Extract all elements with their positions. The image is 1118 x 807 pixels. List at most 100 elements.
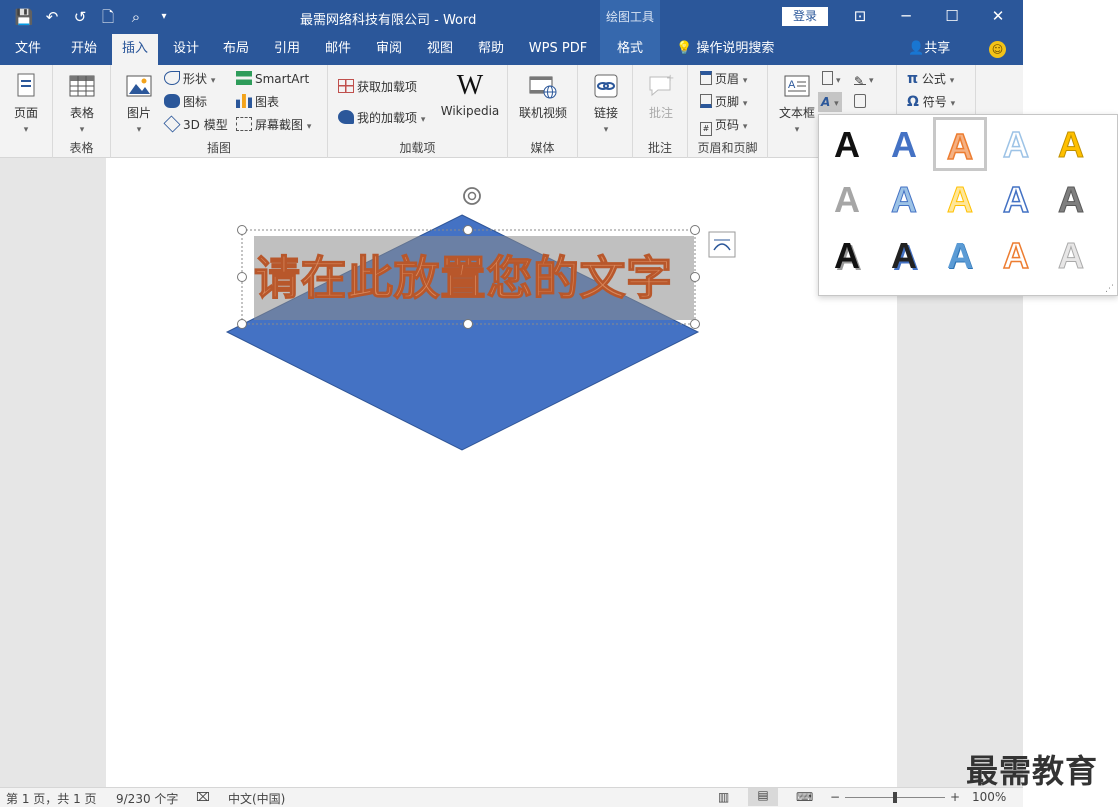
wordart-style-outline-light-blue[interactable]: A bbox=[989, 118, 1043, 172]
wordart-style-fill-gold[interactable]: A bbox=[1044, 118, 1098, 172]
zoom-out-icon[interactable]: − bbox=[830, 790, 840, 804]
wordart-style-fill-dark-gray[interactable]: A bbox=[1044, 173, 1098, 227]
picture-button[interactable]: 图片 ▾ bbox=[121, 71, 157, 135]
tab-design[interactable]: 设计 bbox=[162, 34, 210, 65]
symbol-button[interactable]: Ω 符号 ▾ bbox=[907, 92, 955, 112]
resize-handle-nw[interactable] bbox=[237, 225, 247, 235]
picture-icon bbox=[126, 75, 152, 97]
customize-qat-icon[interactable]: ▾ bbox=[152, 6, 176, 28]
resize-handle-w[interactable] bbox=[237, 272, 247, 282]
comment-label: 批注 bbox=[648, 106, 673, 120]
resize-handle-ne[interactable] bbox=[690, 225, 700, 235]
screenshot-button[interactable]: 屏幕截图 ▾ bbox=[236, 115, 311, 135]
table-button[interactable]: 表格 ▾ bbox=[63, 71, 101, 135]
icons-button[interactable]: 图标 bbox=[164, 92, 207, 112]
resize-handle-se[interactable] bbox=[690, 319, 700, 329]
tab-wps-pdf[interactable]: WPS PDF bbox=[520, 34, 596, 65]
quick-parts-icon bbox=[822, 71, 833, 85]
footer-button[interactable]: 页脚 ▾ bbox=[700, 92, 747, 112]
wordart-style-gradient-gold[interactable]: A bbox=[933, 173, 987, 227]
web-layout-icon[interactable]: ⌨ bbox=[796, 790, 813, 804]
tab-review[interactable]: 审阅 bbox=[365, 34, 413, 65]
tab-home[interactable]: 开始 bbox=[56, 34, 112, 65]
wordart-text[interactable]: 请在此放置您的文字 bbox=[254, 243, 694, 313]
online-video-button[interactable]: 联机视频 bbox=[516, 71, 570, 121]
close-button[interactable]: ✕ bbox=[975, 0, 1021, 34]
header-label: 页眉 bbox=[715, 72, 740, 86]
wordart-style-fill-orange-outline[interactable]: A bbox=[933, 117, 987, 171]
date-time-button[interactable] bbox=[854, 92, 869, 112]
page-count-status[interactable]: 第 1 页，共 1 页 bbox=[6, 790, 97, 807]
save-icon[interactable]: 💾 bbox=[12, 6, 36, 28]
shapes-button[interactable]: 形状 ▾ bbox=[164, 69, 215, 89]
wordart-style-outline-orange[interactable]: A bbox=[989, 229, 1043, 283]
header-button[interactable]: 页眉 ▾ bbox=[700, 69, 747, 89]
comment-button[interactable]: + 批注 bbox=[641, 71, 681, 121]
read-mode-icon[interactable]: ▥ bbox=[718, 790, 729, 804]
wordart-style-outline-blue[interactable]: A bbox=[989, 173, 1043, 227]
share-button[interactable]: 👤共享 bbox=[908, 34, 950, 65]
tab-view[interactable]: 视图 bbox=[416, 34, 464, 65]
login-button[interactable]: 登录 bbox=[782, 7, 828, 26]
online-video-icon bbox=[529, 76, 557, 99]
resize-handle-s[interactable] bbox=[463, 319, 473, 329]
print-layout-icon[interactable]: ▤ bbox=[748, 788, 778, 806]
tab-references[interactable]: 引用 bbox=[263, 34, 311, 65]
tab-format[interactable]: 格式 bbox=[600, 34, 660, 65]
signature-line-button[interactable]: ✎ ▾ bbox=[854, 69, 874, 89]
my-addins-button[interactable]: 我的加载项 ▾ bbox=[338, 108, 425, 128]
page-number-button[interactable]: # 页码 ▾ bbox=[700, 115, 747, 136]
wordart-style-black-blue-shadow[interactable]: A bbox=[877, 229, 931, 283]
equation-button[interactable]: π 公式 ▾ bbox=[907, 69, 954, 89]
wordart-style-fill-black[interactable]: A bbox=[820, 118, 874, 172]
zoom-slider-thumb[interactable] bbox=[893, 792, 897, 803]
wordart-style-blue-bevel[interactable]: A bbox=[933, 229, 987, 283]
3d-model-button[interactable]: 3D 模型 bbox=[163, 115, 228, 135]
document-page[interactable]: 请在此放置您的文字 bbox=[106, 158, 897, 787]
feedback-smiley-icon[interactable]: ☺ bbox=[989, 41, 1006, 58]
addins-group-label: 加载项 bbox=[399, 141, 436, 155]
resize-handle-sw[interactable] bbox=[237, 319, 247, 329]
wordart-style-fill-gray[interactable]: A bbox=[820, 173, 874, 227]
wordart-style-black-shadow[interactable]: A bbox=[820, 229, 874, 283]
smartart-button[interactable]: SmartArt bbox=[236, 69, 309, 89]
wordart-button[interactable]: A ▾ bbox=[818, 92, 842, 112]
minimize-button[interactable]: ─ bbox=[883, 0, 929, 34]
gallery-resize-grip-icon[interactable]: ⋰ bbox=[1105, 284, 1114, 294]
get-addins-button[interactable]: 获取加载项 bbox=[338, 77, 417, 97]
link-button[interactable]: 链接 ▾ bbox=[586, 71, 626, 135]
new-document-icon[interactable]: 🗋 bbox=[96, 6, 120, 28]
picture-label: 图片 bbox=[126, 106, 151, 120]
tab-mailings[interactable]: 邮件 bbox=[314, 34, 362, 65]
touch-mode-icon[interactable]: ⌕ bbox=[124, 6, 148, 28]
pages-button[interactable]: 页面 ▾ bbox=[8, 71, 44, 135]
tab-file[interactable]: 文件 bbox=[0, 34, 56, 65]
wordart-style-silver[interactable]: A bbox=[1044, 229, 1098, 283]
proofing-icon[interactable]: ⌧ bbox=[196, 790, 210, 804]
restore-button[interactable]: ☐ bbox=[929, 0, 975, 34]
tell-me-label: 操作说明搜索 bbox=[696, 41, 775, 56]
tab-insert[interactable]: 插入 bbox=[112, 34, 158, 65]
quick-access-toolbar: 💾 ↶ ↺ 🗋 ⌕ ▾ bbox=[12, 6, 176, 28]
chart-button[interactable]: 图表 bbox=[236, 92, 279, 112]
ribbon-display-options-icon[interactable]: ⊡ bbox=[837, 0, 883, 34]
tab-layout[interactable]: 布局 bbox=[212, 34, 260, 65]
word-count-status[interactable]: 9/230 个字 bbox=[116, 790, 178, 807]
tell-me-search[interactable]: 💡 操作说明搜索 bbox=[676, 34, 774, 65]
undo-icon[interactable]: ↶ bbox=[40, 6, 64, 28]
wordart-style-gradient-blue[interactable]: A bbox=[877, 173, 931, 227]
shapes-icon bbox=[164, 71, 180, 85]
language-status[interactable]: 中文(中国) bbox=[228, 790, 285, 807]
resize-handle-n[interactable] bbox=[463, 225, 473, 235]
quick-parts-button[interactable]: ▾ bbox=[822, 69, 841, 89]
table-group-label: 表格 bbox=[69, 141, 94, 155]
redo-icon[interactable]: ↺ bbox=[68, 6, 92, 28]
zoom-level[interactable]: 100% bbox=[972, 790, 1006, 804]
zoom-in-icon[interactable]: + bbox=[950, 790, 960, 804]
wordart-style-fill-blue[interactable]: A bbox=[877, 118, 931, 172]
tab-help[interactable]: 帮助 bbox=[467, 34, 515, 65]
wikipedia-button[interactable]: W Wikipedia bbox=[438, 71, 502, 119]
textbox-button[interactable]: A 文本框 ▾ bbox=[776, 71, 818, 135]
rotate-handle-icon[interactable] bbox=[463, 187, 481, 205]
page-number-icon: # bbox=[700, 122, 712, 136]
